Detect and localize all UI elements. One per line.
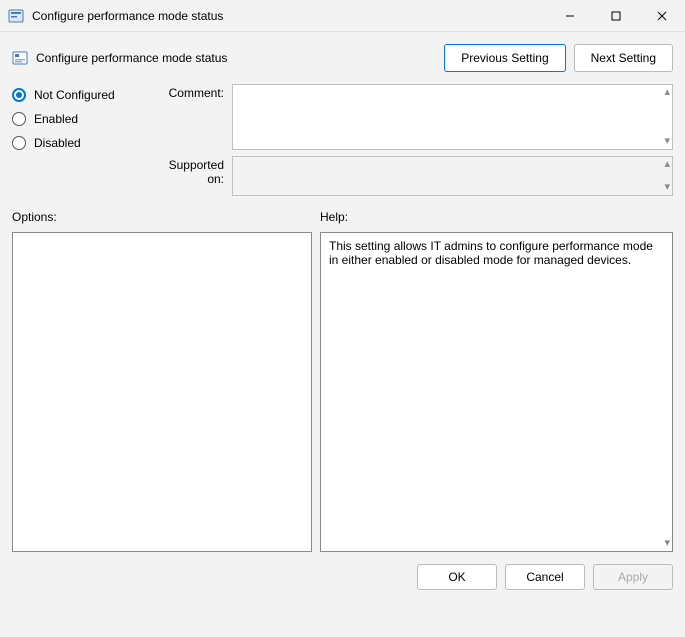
header-title: Configure performance mode status bbox=[36, 51, 227, 65]
scroll-up-icon[interactable]: ▴ bbox=[664, 87, 670, 98]
radio-icon bbox=[12, 112, 26, 126]
policy-icon bbox=[12, 50, 28, 66]
radio-not-configured[interactable]: Not Configured bbox=[12, 88, 152, 102]
radio-disabled[interactable]: Disabled bbox=[12, 136, 152, 150]
window-title: Configure performance mode status bbox=[32, 9, 547, 23]
supported-field bbox=[233, 157, 654, 195]
scroll-up-icon[interactable]: ▴ bbox=[664, 159, 670, 170]
next-setting-button[interactable]: Next Setting bbox=[574, 44, 673, 72]
radio-icon bbox=[12, 88, 26, 102]
radio-enabled[interactable]: Enabled bbox=[12, 112, 152, 126]
comment-label: Comment: bbox=[152, 84, 232, 150]
minimize-button[interactable] bbox=[547, 0, 593, 32]
radio-label: Not Configured bbox=[34, 88, 115, 102]
ok-button[interactable]: OK bbox=[417, 564, 497, 590]
options-label: Options: bbox=[12, 210, 312, 224]
maximize-button[interactable] bbox=[593, 0, 639, 32]
cancel-button[interactable]: Cancel bbox=[505, 564, 585, 590]
titlebar: Configure performance mode status bbox=[0, 0, 685, 32]
dialog-buttons: OK Cancel Apply bbox=[0, 552, 685, 590]
comment-field[interactable] bbox=[233, 85, 654, 149]
help-panel: This setting allows IT admins to configu… bbox=[320, 232, 673, 552]
options-panel bbox=[12, 232, 312, 552]
previous-setting-button[interactable]: Previous Setting bbox=[444, 44, 565, 72]
window-controls bbox=[547, 0, 685, 31]
header-row: Configure performance mode status Previo… bbox=[0, 32, 685, 80]
help-text: This setting allows IT admins to configu… bbox=[329, 239, 653, 267]
radio-icon bbox=[12, 136, 26, 150]
radio-label: Disabled bbox=[34, 136, 81, 150]
scroll-down-icon[interactable]: ▾ bbox=[664, 136, 670, 147]
radio-label: Enabled bbox=[34, 112, 78, 126]
scroll-down-icon[interactable]: ▾ bbox=[664, 182, 670, 193]
supported-field-container: ▴ ▾ bbox=[232, 156, 673, 196]
supported-label: Supported on: bbox=[152, 150, 232, 196]
scroll-down-icon[interactable]: ▾ bbox=[664, 538, 670, 549]
apply-button: Apply bbox=[593, 564, 673, 590]
help-label: Help: bbox=[320, 210, 673, 224]
comment-field-container: ▴ ▾ bbox=[232, 84, 673, 150]
app-icon bbox=[8, 8, 24, 24]
close-button[interactable] bbox=[639, 0, 685, 32]
